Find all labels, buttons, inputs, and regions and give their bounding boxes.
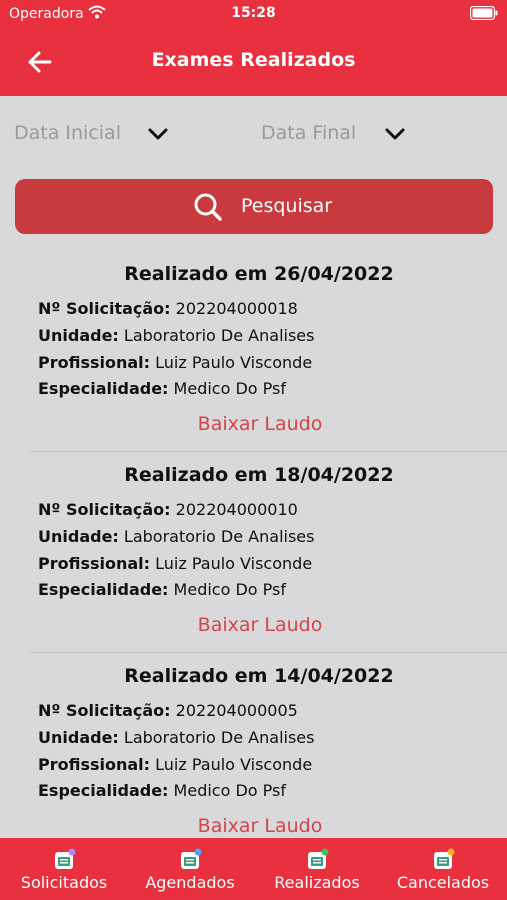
exam-card: Realizado em 18/04/2022 Nº Solicitação: … xyxy=(0,464,507,664)
field-label: Nº Solicitação: xyxy=(38,701,171,720)
tab-label: Cancelados xyxy=(396,873,490,892)
clipboard-icon xyxy=(55,848,76,869)
field-label: Profissional: xyxy=(38,755,151,774)
tab-solicitados[interactable]: Solicitados xyxy=(1,838,127,900)
bottom-tab-bar: Solicitados Agendados Realizados Cancela… xyxy=(0,838,507,900)
search-icon xyxy=(194,193,222,221)
professional-row: Profissional: Luiz Paulo Visconde xyxy=(38,554,312,573)
unit-value: Laboratorio De Analises xyxy=(123,527,315,546)
tab-realizados[interactable]: Realizados xyxy=(254,838,380,900)
clock: 15:28 xyxy=(231,5,276,21)
specialty-row: Especialidade: Medico Do Psf xyxy=(38,580,286,599)
exam-date: Realizado em 14/04/2022 xyxy=(124,665,394,687)
tab-agendados[interactable]: Agendados xyxy=(127,838,253,900)
tab-label: Agendados xyxy=(145,873,235,892)
battery-icon xyxy=(470,6,498,20)
divider xyxy=(28,652,507,653)
start-date-filter[interactable]: Data Inicial xyxy=(14,122,121,144)
request-row: Nº Solicitação: 202204000010 xyxy=(38,500,298,519)
end-date-filter[interactable]: Data Final xyxy=(261,122,356,144)
unit-row: Unidade: Laboratorio De Analises xyxy=(38,326,314,345)
tab-label: Realizados xyxy=(274,873,360,892)
professional-value: Luiz Paulo Visconde xyxy=(155,353,313,372)
tab-label: Solicitados xyxy=(20,873,108,892)
download-report-link[interactable]: Baixar Laudo xyxy=(0,815,507,837)
badge-dot xyxy=(194,848,202,856)
badge-dot xyxy=(321,848,329,856)
download-report-link[interactable]: Baixar Laudo xyxy=(0,413,507,435)
clipboard-icon xyxy=(181,848,202,869)
search-button-label: Pesquisar xyxy=(241,195,333,217)
tab-cancelados[interactable]: Cancelados xyxy=(380,838,506,900)
unit-value: Laboratorio De Analises xyxy=(123,728,315,747)
specialty-value: Medico Do Psf xyxy=(173,379,286,398)
professional-row: Profissional: Luiz Paulo Visconde xyxy=(38,353,312,372)
unit-row: Unidade: Laboratorio De Analises xyxy=(38,527,314,546)
professional-value: Luiz Paulo Visconde xyxy=(155,554,313,573)
field-label: Profissional: xyxy=(38,353,151,372)
specialty-row: Especialidade: Medico Do Psf xyxy=(38,781,286,800)
badge-dot xyxy=(68,848,76,856)
request-value: 202204000010 xyxy=(175,500,298,519)
exam-date: Realizado em 26/04/2022 xyxy=(124,263,394,285)
professional-value: Luiz Paulo Visconde xyxy=(155,755,313,774)
clipboard-icon xyxy=(308,848,329,869)
field-label: Especialidade: xyxy=(38,781,169,800)
field-label: Especialidade: xyxy=(38,379,169,398)
unit-value: Laboratorio De Analises xyxy=(123,326,315,345)
chevron-down-icon[interactable] xyxy=(384,126,406,142)
specialty-value: Medico Do Psf xyxy=(173,781,286,800)
clipboard-icon xyxy=(434,848,455,869)
request-row: Nº Solicitação: 202204000018 xyxy=(38,299,298,318)
app-header: Operadora 15:28 Exames Realizados xyxy=(0,0,507,96)
field-label: Especialidade: xyxy=(38,580,169,599)
page-title: Exames Realizados xyxy=(151,49,356,71)
request-value: 202204000005 xyxy=(175,701,298,720)
field-label: Profissional: xyxy=(38,554,151,573)
field-label: Unidade: xyxy=(38,527,119,546)
exam-date: Realizado em 18/04/2022 xyxy=(124,464,394,486)
search-button[interactable]: Pesquisar xyxy=(15,179,493,234)
field-label: Nº Solicitação: xyxy=(38,299,171,318)
professional-row: Profissional: Luiz Paulo Visconde xyxy=(38,755,312,774)
exam-card: Realizado em 26/04/2022 Nº Solicitação: … xyxy=(0,263,507,463)
request-value: 202204000018 xyxy=(175,299,298,318)
field-label: Unidade: xyxy=(38,326,119,345)
specialty-value: Medico Do Psf xyxy=(173,580,286,599)
unit-row: Unidade: Laboratorio De Analises xyxy=(38,728,314,747)
download-report-link[interactable]: Baixar Laudo xyxy=(0,614,507,636)
field-label: Unidade: xyxy=(38,728,119,747)
status-bar: Operadora 15:28 xyxy=(0,0,507,28)
badge-dot xyxy=(447,848,455,856)
field-label: Nº Solicitação: xyxy=(38,500,171,519)
specialty-row: Especialidade: Medico Do Psf xyxy=(38,379,286,398)
request-row: Nº Solicitação: 202204000005 xyxy=(38,701,298,720)
divider xyxy=(28,451,507,452)
chevron-down-icon[interactable] xyxy=(147,126,169,142)
exam-card: Realizado em 14/04/2022 Nº Solicitação: … xyxy=(0,665,507,865)
